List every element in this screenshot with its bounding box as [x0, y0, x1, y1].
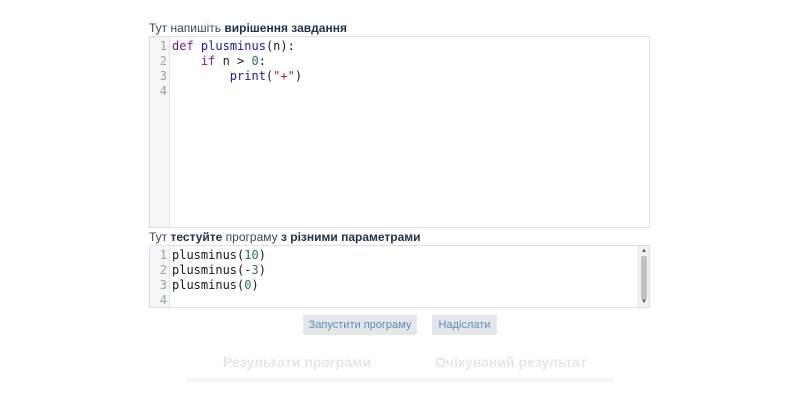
code-line[interactable]: 3 print("+")	[150, 69, 649, 84]
line-number: 2	[159, 54, 167, 68]
results-divider	[185, 378, 615, 382]
code-text: print("+")	[172, 69, 302, 84]
code-token: 0	[251, 54, 259, 68]
expected-result-heading: Очікуваний результат	[435, 354, 587, 370]
code-token: )	[258, 248, 266, 262]
code-token: print	[229, 69, 266, 83]
solution-label-prefix: Тут напишіть	[149, 21, 225, 35]
test-label-part-2: програму	[222, 230, 281, 244]
run-program-button[interactable]: Запустити програму	[303, 315, 417, 335]
code-line[interactable]: 4	[150, 293, 649, 307]
scroll-up-arrow-icon[interactable]: ▲	[639, 246, 649, 256]
test-label: Тут тестуйте програму з різними параметр…	[149, 230, 421, 244]
code-text: if n > 0:	[172, 54, 266, 69]
code-token: plusminus(	[172, 278, 245, 292]
test-label-bold-2: з різними параметрами	[280, 230, 421, 244]
code-token: 10	[244, 248, 259, 262]
scroll-down-arrow-icon[interactable]: ▼	[639, 297, 649, 307]
line-number: 1	[159, 39, 167, 53]
code-text: plusminus(10)	[172, 248, 266, 263]
test-label-bold-1: тестуйте	[170, 230, 223, 244]
code-token: if	[200, 54, 216, 68]
line-number: 2	[159, 263, 167, 277]
line-number: 4	[159, 293, 167, 307]
code-token: :	[258, 54, 266, 68]
code-token: "+"	[273, 69, 295, 83]
line-number: 4	[159, 84, 167, 98]
code-token: )	[294, 69, 303, 83]
code-lines: 1 plusminus(10) 2 plusminus(-3) 3 plusminus(0…	[150, 248, 649, 307]
code-token: (n):	[265, 39, 295, 53]
line-number: 3	[159, 278, 167, 292]
code-token: plusminus(	[172, 248, 245, 262]
line-number: 1	[159, 248, 167, 262]
test-code-editor[interactable]: 1 plusminus(10) 2 plusminus(-3) 3 plusminus(0…	[149, 245, 650, 308]
code-line[interactable]: 1 def plusminus(n):	[150, 39, 649, 54]
solution-code-editor[interactable]: 1 def plusminus(n): 2 if n > 0: 3 print("+"…	[149, 36, 650, 228]
code-text: plusminus(-3)	[172, 263, 266, 278]
scrollbar-thumb[interactable]	[641, 256, 647, 300]
test-label-part-1: Тут	[149, 230, 171, 244]
code-line[interactable]: 3 plusminus(0)	[150, 278, 649, 293]
code-token: plusminus(-	[172, 263, 252, 277]
code-line[interactable]: 1 plusminus(10)	[150, 248, 649, 263]
code-line[interactable]: 2 if n > 0:	[150, 54, 649, 69]
code-line[interactable]: 4	[150, 84, 649, 99]
submit-button[interactable]: Надіслати	[432, 315, 497, 335]
line-number: 3	[159, 69, 167, 83]
code-lines: 1 def plusminus(n): 2 if n > 0: 3 print("+"…	[150, 39, 649, 99]
program-results-heading: Результати програми	[223, 354, 371, 370]
code-token: plusminus	[200, 39, 266, 53]
solution-label: Тут напишіть вирішення завдання	[149, 21, 347, 35]
vertical-scrollbar[interactable]: ▲ ▼	[638, 246, 649, 307]
code-token: n >	[215, 54, 252, 68]
code-token: )	[251, 278, 259, 292]
code-token: def	[172, 39, 194, 53]
code-token: 3	[251, 263, 259, 277]
code-line[interactable]: 2 plusminus(-3)	[150, 263, 649, 278]
code-text: def plusminus(n):	[172, 39, 295, 54]
code-text: plusminus(0)	[172, 278, 259, 293]
solution-label-bold: вирішення завдання	[224, 21, 347, 35]
code-token: )	[258, 263, 266, 277]
